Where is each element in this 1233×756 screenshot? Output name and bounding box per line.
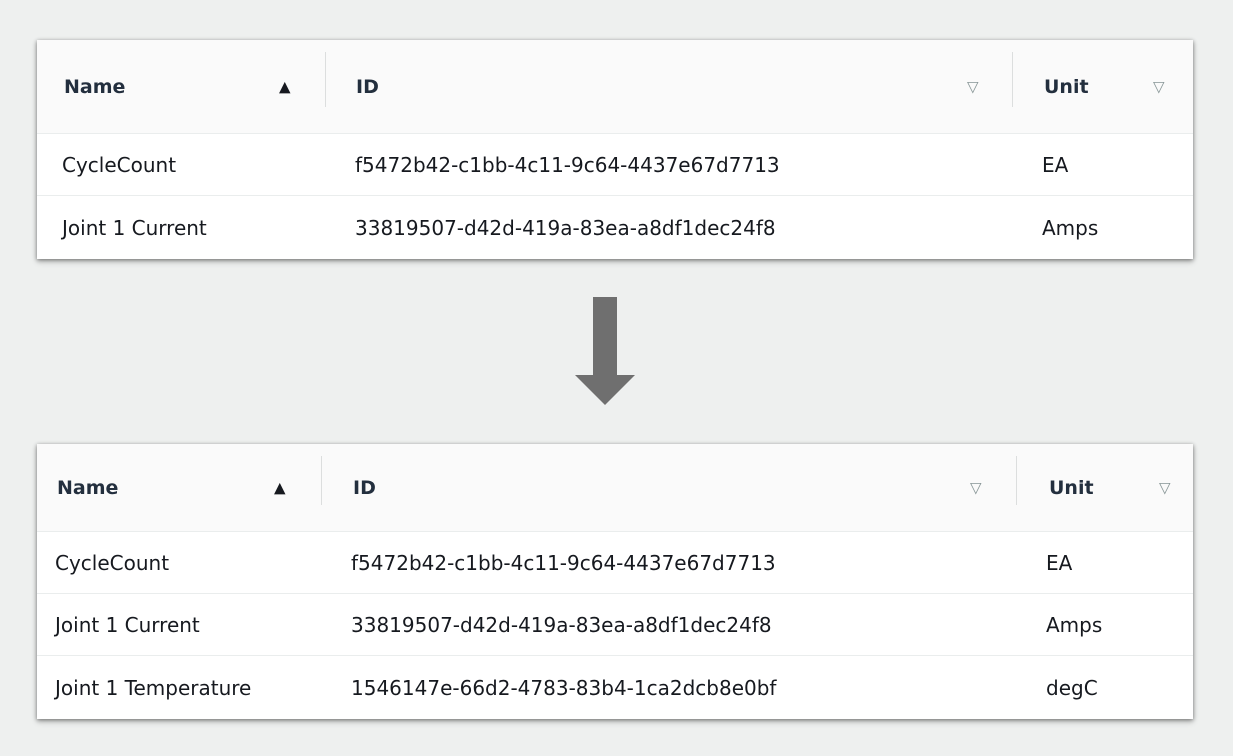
- table-row[interactable]: CycleCount f5472b42-c1bb-4c11-9c64-4437e…: [37, 134, 1193, 196]
- column-header-id[interactable]: ID ▽: [326, 40, 1012, 133]
- column-header-id[interactable]: ID ▽: [322, 444, 1016, 531]
- cell-unit: degC: [1046, 675, 1098, 700]
- table-after: Name ▲ ID ▽ Unit ▽ CycleCount f5472b42-c…: [37, 444, 1193, 719]
- table-row[interactable]: CycleCount f5472b42-c1bb-4c11-9c64-4437e…: [37, 532, 1193, 594]
- column-header-label: Unit: [1049, 476, 1094, 499]
- cell-name: CycleCount: [62, 152, 177, 177]
- cell-name: CycleCount: [55, 550, 170, 575]
- cell-id: 33819507-d42d-419a-83ea-a8df1dec24f8: [355, 215, 776, 240]
- cell-unit: Amps: [1046, 612, 1103, 637]
- column-header-name[interactable]: Name ▲: [37, 444, 321, 531]
- column-header-label: Name: [64, 75, 126, 98]
- cell-name: Joint 1 Temperature: [55, 675, 252, 700]
- column-header-label: ID: [356, 75, 379, 98]
- table-row[interactable]: Joint 1 Current 33819507-d42d-419a-83ea-…: [37, 196, 1193, 259]
- cell-name: Joint 1 Current: [62, 215, 207, 240]
- table-row[interactable]: Joint 1 Current 33819507-d42d-419a-83ea-…: [37, 594, 1193, 656]
- sort-unsorted-icon[interactable]: ▽: [1153, 79, 1165, 94]
- cell-id: 1546147e-66d2-4783-83b4-1ca2dcb8e0bf: [351, 675, 777, 700]
- column-header-unit[interactable]: Unit ▽: [1013, 40, 1193, 133]
- cell-id: 33819507-d42d-419a-83ea-a8df1dec24f8: [351, 612, 772, 637]
- column-header-label: ID: [353, 476, 376, 499]
- sort-ascending-icon[interactable]: ▲: [274, 480, 286, 495]
- sort-unsorted-icon[interactable]: ▽: [1159, 480, 1171, 495]
- table-row[interactable]: Joint 1 Temperature 1546147e-66d2-4783-8…: [37, 656, 1193, 719]
- down-arrow-icon: [575, 297, 635, 405]
- table-header: Name ▲ ID ▽ Unit ▽: [37, 444, 1193, 532]
- sort-ascending-icon[interactable]: ▲: [279, 79, 291, 94]
- cell-unit: EA: [1046, 550, 1073, 575]
- column-header-label: Name: [57, 476, 119, 499]
- column-header-unit[interactable]: Unit ▽: [1017, 444, 1193, 531]
- table-before: Name ▲ ID ▽ Unit ▽ CycleCount f5472b42-c…: [37, 40, 1193, 259]
- sort-unsorted-icon[interactable]: ▽: [970, 480, 982, 495]
- cell-id: f5472b42-c1bb-4c11-9c64-4437e67d7713: [351, 550, 776, 575]
- column-header-label: Unit: [1044, 75, 1089, 98]
- sort-unsorted-icon[interactable]: ▽: [967, 79, 979, 94]
- cell-unit: Amps: [1042, 215, 1099, 240]
- cell-name: Joint 1 Current: [55, 612, 200, 637]
- table-header: Name ▲ ID ▽ Unit ▽: [37, 40, 1193, 134]
- cell-id: f5472b42-c1bb-4c11-9c64-4437e67d7713: [355, 152, 780, 177]
- cell-unit: EA: [1042, 152, 1069, 177]
- column-header-name[interactable]: Name ▲: [37, 40, 325, 133]
